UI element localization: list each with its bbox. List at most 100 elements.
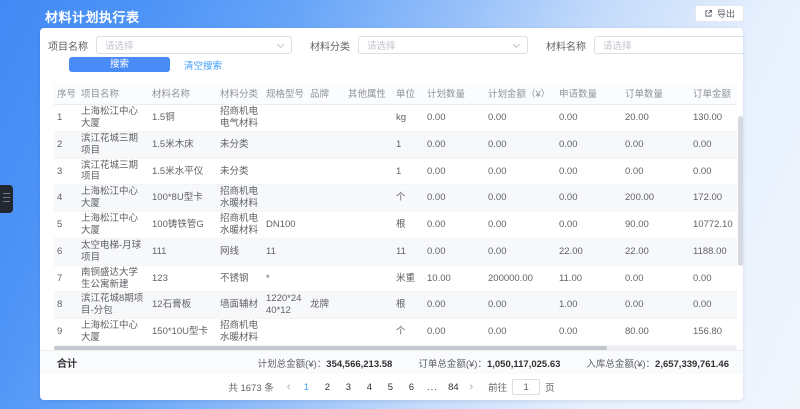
summary-item: 订单总金额(¥)：1,050,117,025.63	[418, 356, 560, 370]
table-cell: 0.00	[485, 165, 556, 179]
table-cell: 1	[393, 138, 424, 152]
page-number[interactable]: 6	[404, 382, 418, 393]
filter-label: 项目名称	[48, 38, 88, 53]
horizontal-scrollbar[interactable]	[54, 346, 737, 350]
page-number[interactable]: 4	[362, 382, 376, 393]
table-cell: 1.00	[556, 298, 622, 312]
column-header: 申请数量	[556, 86, 622, 100]
table-cell: 11	[393, 245, 424, 259]
table-cell: 根	[393, 218, 424, 232]
prev-page-icon[interactable]: ‹	[285, 382, 293, 393]
page-number[interactable]: 1	[299, 382, 313, 393]
horizontal-scrollbar-thumb[interactable]	[54, 346, 607, 350]
table-cell: 滨江花城三期项目	[78, 159, 149, 185]
table-cell: 1	[54, 111, 78, 125]
chevron-down-icon	[513, 41, 520, 48]
table-row: 5上海松江中心大厦100铸铁管G招商机电 水暖材料DN100根0.000.000…	[54, 212, 737, 239]
filter-select[interactable]: 请选择	[594, 36, 743, 54]
table-cell: 招商机电 水暖材料	[217, 185, 263, 211]
goto-page-input[interactable]	[512, 379, 540, 395]
page-number[interactable]: 2	[320, 382, 334, 393]
filter-label: 材料名称	[546, 38, 586, 53]
table-cell: 1.5铜	[149, 111, 217, 125]
column-header: 品牌	[307, 86, 345, 100]
table-cell	[345, 144, 393, 146]
table-row: 3滨江花城三期项目1.5米水平仪未分类10.000.000.000.000.00	[54, 159, 737, 186]
table-cell: 网线	[217, 245, 263, 259]
column-header: 订单金额（¥）	[690, 86, 737, 100]
table-header: 序号项目名称材料名称材料分类规格型号品牌其他属性单位计划数量计划金额（¥）申请数…	[54, 82, 737, 105]
pagination-ellipsis: ...	[425, 382, 439, 393]
filter-section: 项目名称请选择材料分类请选择材料名称请选择 搜索 清空搜索	[40, 28, 743, 82]
drawer-handle-icon	[3, 193, 10, 205]
table-cell	[307, 331, 345, 333]
table-cell	[307, 117, 345, 119]
table-cell: 156.80	[690, 325, 737, 339]
filter-actions: 搜索 清空搜索	[69, 57, 222, 72]
search-button[interactable]: 搜索	[69, 57, 170, 72]
table-cell: 0.00	[485, 325, 556, 339]
clear-search-link[interactable]: 清空搜索	[184, 58, 222, 72]
column-header: 单位	[393, 86, 424, 100]
pagination-pages: 123456... 84	[299, 382, 460, 393]
table-cell: 0.00	[424, 165, 485, 179]
table-cell: 0.00	[556, 325, 622, 339]
table-cell: 上海松江中心大厦	[78, 105, 149, 131]
table-cell: 0.00	[622, 298, 690, 312]
select-placeholder: 请选择	[105, 38, 134, 52]
table-row: 1上海松江中心大厦1.5铜招商机电 电气材料kg0.000.000.0020.0…	[54, 105, 737, 132]
select-placeholder: 请选择	[603, 38, 632, 52]
table-cell: 0.00	[690, 298, 737, 312]
table-cell: 2	[54, 138, 78, 152]
table-cell: 滨江花城8期项目-分包	[78, 292, 149, 318]
table-cell: 米重	[393, 272, 424, 286]
table-cell	[345, 331, 393, 333]
table-cell: 0.00	[485, 218, 556, 232]
vertical-scrollbar[interactable]	[738, 108, 743, 338]
table-cell: 上海松江中心大厦	[78, 212, 149, 238]
table-cell: 个	[393, 325, 424, 339]
summary-item: 计划总金额(¥)：354,566,213.58	[258, 356, 393, 370]
pagination: 共 1673 条 ‹ 123456...84 › 前往 页	[40, 374, 743, 400]
filter-row: 项目名称请选择材料分类请选择材料名称请选择	[48, 36, 735, 54]
next-page-icon[interactable]: ›	[467, 382, 475, 393]
summary-item-label: 入库总金额(¥)：	[586, 359, 655, 370]
table-cell: *	[263, 272, 307, 286]
page-number[interactable]: 3	[341, 382, 355, 393]
table-cell: 招商机电 水暖材料	[217, 319, 263, 345]
table-cell: 5	[54, 218, 78, 232]
table-cell: 上海松江中心大厦	[78, 319, 149, 345]
topbar: 材料计划执行表 导出	[0, 0, 800, 28]
table-cell: 0.00	[690, 165, 737, 179]
page-title: 材料计划执行表	[45, 7, 140, 26]
table-cell: 0.00	[485, 138, 556, 152]
table-cell: 0.00	[424, 325, 485, 339]
table-body: 1上海松江中心大厦1.5铜招商机电 电气材料kg0.000.000.0020.0…	[54, 105, 737, 346]
filter-select[interactable]: 请选择	[358, 36, 528, 54]
table-cell: 10772.10	[690, 218, 737, 232]
page-number[interactable]: 5	[383, 382, 397, 393]
table-cell: 0.00	[424, 138, 485, 152]
table-row: 9上海松江中心大厦150*10U型卡招商机电 水暖材料个0.000.000.00…	[54, 319, 737, 346]
summary-item-value: 354,566,213.58	[326, 359, 392, 370]
column-header: 其他属性	[345, 86, 393, 100]
side-drawer-handle[interactable]	[0, 185, 13, 213]
page-number[interactable]: 84	[446, 382, 460, 393]
table-cell: 20.00	[622, 111, 690, 125]
filter-select[interactable]: 请选择	[96, 36, 292, 54]
table-row: 8滨江花城8期项目-分包12石膏板墙面辅材1220*2440*12龙牌根0.00…	[54, 292, 737, 319]
column-header: 序号	[54, 86, 78, 100]
table-cell: 0.00	[424, 298, 485, 312]
table-cell	[307, 251, 345, 253]
table-cell	[345, 117, 393, 119]
table-cell: 1.5米木床	[149, 138, 217, 152]
column-header: 计划数量	[424, 86, 485, 100]
table-cell: 0.00	[424, 245, 485, 259]
summary-total-label: 合计	[57, 355, 77, 370]
export-button[interactable]: 导出	[695, 5, 744, 22]
table-cell: 0.00	[485, 191, 556, 205]
vertical-scrollbar-thumb[interactable]	[738, 116, 743, 266]
filter-group: 材料名称 请选择	[546, 36, 743, 54]
table-cell: 滨江花城三期项目	[78, 132, 149, 158]
table-cell: 0.00	[622, 165, 690, 179]
